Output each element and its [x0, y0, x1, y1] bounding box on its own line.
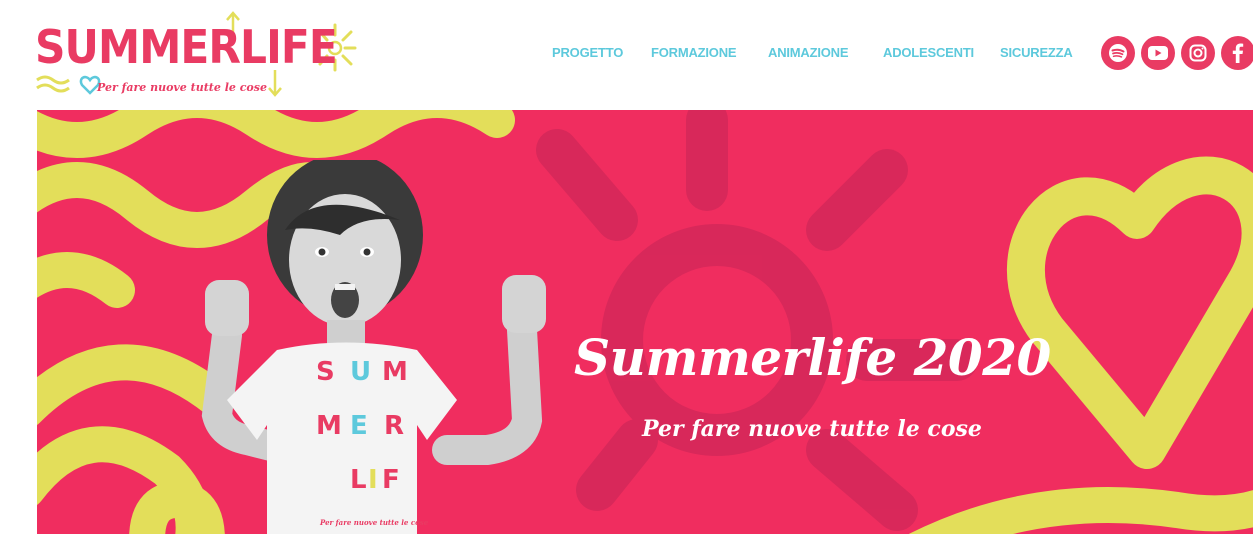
shirt-letter: U: [350, 357, 372, 387]
facebook-button[interactable]: [1221, 36, 1253, 70]
nav-item-sicurezza[interactable]: SICUREZZA: [1000, 45, 1073, 60]
instagram-icon: [1189, 44, 1207, 62]
logo[interactable]: SUMMERLIFE Per fare nuove tutte le cose: [35, 10, 365, 98]
shirt-letter: F: [382, 465, 400, 495]
shirt-letter: E: [350, 411, 368, 441]
youtube-button[interactable]: [1141, 36, 1175, 70]
shirt-letter: L: [350, 465, 367, 495]
spotify-button[interactable]: [1101, 36, 1135, 70]
site-header: SUMMERLIFE Per fare nuove tutte le cose …: [0, 0, 1253, 110]
nav-item-animazione[interactable]: ANIMAZIONE: [768, 45, 849, 60]
shirt-print: S U M M E R L I F E: [312, 355, 412, 530]
spotify-icon: [1109, 44, 1127, 62]
nav-item-formazione[interactable]: FORMAZIONE: [651, 45, 737, 60]
hero-banner: S U M M E R L I F E Per fare nuove tutte…: [37, 110, 1253, 534]
shirt-letter: M: [316, 411, 342, 441]
nav-item-adolescenti[interactable]: ADOLESCENTI: [883, 45, 974, 60]
hero-subtitle: Per fare nuove tutte le cose: [642, 416, 982, 442]
facebook-icon: [1232, 43, 1244, 64]
shirt-letter: M: [382, 357, 408, 387]
nav-item-progetto[interactable]: PROGETTO: [552, 45, 623, 60]
shirt-tagline: Per fare nuove tutte le cose: [320, 518, 429, 527]
youtube-icon: [1148, 46, 1168, 60]
hero-title: Summerlife 2020: [574, 328, 1051, 387]
logo-wordmark: SUMMERLIFE: [35, 20, 338, 74]
shirt-letter: I: [368, 465, 378, 495]
shirt-letter: R: [384, 411, 405, 441]
shirt-letter: S: [316, 357, 335, 387]
logo-tagline: Per fare nuove tutte le cose: [97, 81, 267, 94]
instagram-button[interactable]: [1181, 36, 1215, 70]
